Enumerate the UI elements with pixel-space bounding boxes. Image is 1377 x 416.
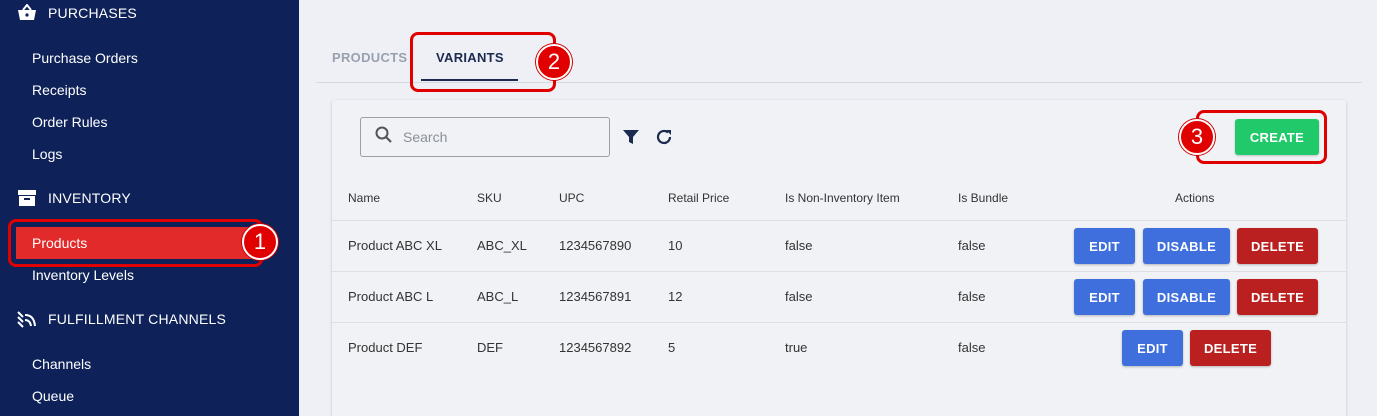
edit-button[interactable]: EDIT — [1074, 228, 1135, 264]
archive-box-icon — [16, 187, 38, 209]
column-header-is-bundle[interactable]: Is Bundle — [958, 191, 1008, 205]
sidebar-item-queue[interactable]: Queue — [32, 386, 74, 406]
column-header-actions: Actions — [1175, 191, 1215, 205]
cell-sku: ABC_XL — [477, 238, 527, 253]
column-header-retail-price[interactable]: Retail Price — [668, 191, 729, 205]
refresh-icon[interactable] — [653, 126, 675, 148]
cell-sku: ABC_L — [477, 289, 519, 304]
cell-upc: 1234567892 — [559, 340, 632, 355]
section-title: INVENTORY — [48, 190, 131, 206]
sidebar-item-channels[interactable]: Channels — [32, 354, 91, 374]
table-row: Product ABC L ABC_L 1234567891 12 false … — [332, 271, 1346, 322]
sidebar-item-logs[interactable]: Logs — [32, 144, 62, 164]
column-header-sku[interactable]: SKU — [477, 191, 502, 205]
callout-number-2: 2 — [536, 44, 572, 80]
cell-name: Product DEF — [348, 340, 423, 355]
cell-upc: 1234567890 — [559, 238, 632, 253]
cell-name: Product ABC L — [348, 289, 434, 304]
search-icon — [375, 126, 393, 149]
cell-is-bundle: false — [958, 340, 986, 355]
sidebar-item-order-rules[interactable]: Order Rules — [32, 112, 107, 132]
callout-number-1: 1 — [242, 224, 278, 260]
column-header-name[interactable]: Name — [348, 191, 380, 205]
cell-is-bundle: false — [958, 238, 986, 253]
callout-box-1 — [8, 219, 263, 267]
section-fulfillment-channels[interactable]: FULFILLMENT CHANNELS — [16, 307, 226, 331]
cell-retail-price: 12 — [668, 289, 683, 304]
delete-button[interactable]: DELETE — [1237, 228, 1318, 264]
edit-button[interactable]: EDIT — [1074, 279, 1135, 315]
search-box[interactable] — [360, 117, 610, 157]
delete-button[interactable]: DELETE — [1190, 330, 1271, 366]
section-title: FULFILLMENT CHANNELS — [48, 311, 227, 327]
channels-icon — [16, 308, 38, 330]
basket-icon — [16, 2, 38, 24]
callout-box-2 — [410, 32, 556, 92]
disable-button[interactable]: DISABLE — [1143, 228, 1230, 264]
delete-button[interactable]: DELETE — [1237, 279, 1318, 315]
sidebar: PURCHASES Purchase Orders Receipts Order… — [0, 0, 299, 416]
edit-button[interactable]: EDIT — [1122, 330, 1183, 366]
callout-number-3: 3 — [1179, 119, 1215, 155]
section-inventory[interactable]: INVENTORY — [16, 186, 131, 210]
table-row: Product DEF DEF 1234567892 5 true false … — [332, 322, 1346, 373]
filter-icon[interactable] — [620, 126, 642, 148]
cell-is-non-inventory-item: false — [785, 289, 813, 304]
section-title: PURCHASES — [48, 5, 137, 21]
table-row: Product ABC XL ABC_XL 1234567890 10 fals… — [332, 220, 1346, 271]
tab-products[interactable]: PRODUCTS — [332, 50, 407, 65]
sidebar-item-receipts[interactable]: Receipts — [32, 80, 86, 100]
cell-is-bundle: false — [958, 289, 986, 304]
cell-is-non-inventory-item: true — [785, 340, 808, 355]
disable-button[interactable]: DISABLE — [1143, 279, 1230, 315]
search-input[interactable] — [403, 129, 593, 145]
sidebar-item-purchase-orders[interactable]: Purchase Orders — [32, 48, 138, 68]
column-header-is-non-inventory-item[interactable]: Is Non-Inventory Item — [785, 191, 900, 205]
sidebar-item-inventory-levels[interactable]: Inventory Levels — [32, 265, 134, 285]
section-purchases[interactable]: PURCHASES — [16, 1, 137, 25]
cell-name: Product ABC XL — [348, 238, 442, 253]
cell-retail-price: 10 — [668, 238, 683, 253]
cell-retail-price: 5 — [668, 340, 676, 355]
cell-upc: 1234567891 — [559, 289, 632, 304]
cell-is-non-inventory-item: false — [785, 238, 813, 253]
cell-sku: DEF — [477, 340, 503, 355]
callout-box-3 — [1196, 110, 1327, 164]
column-header-upc[interactable]: UPC — [559, 191, 584, 205]
